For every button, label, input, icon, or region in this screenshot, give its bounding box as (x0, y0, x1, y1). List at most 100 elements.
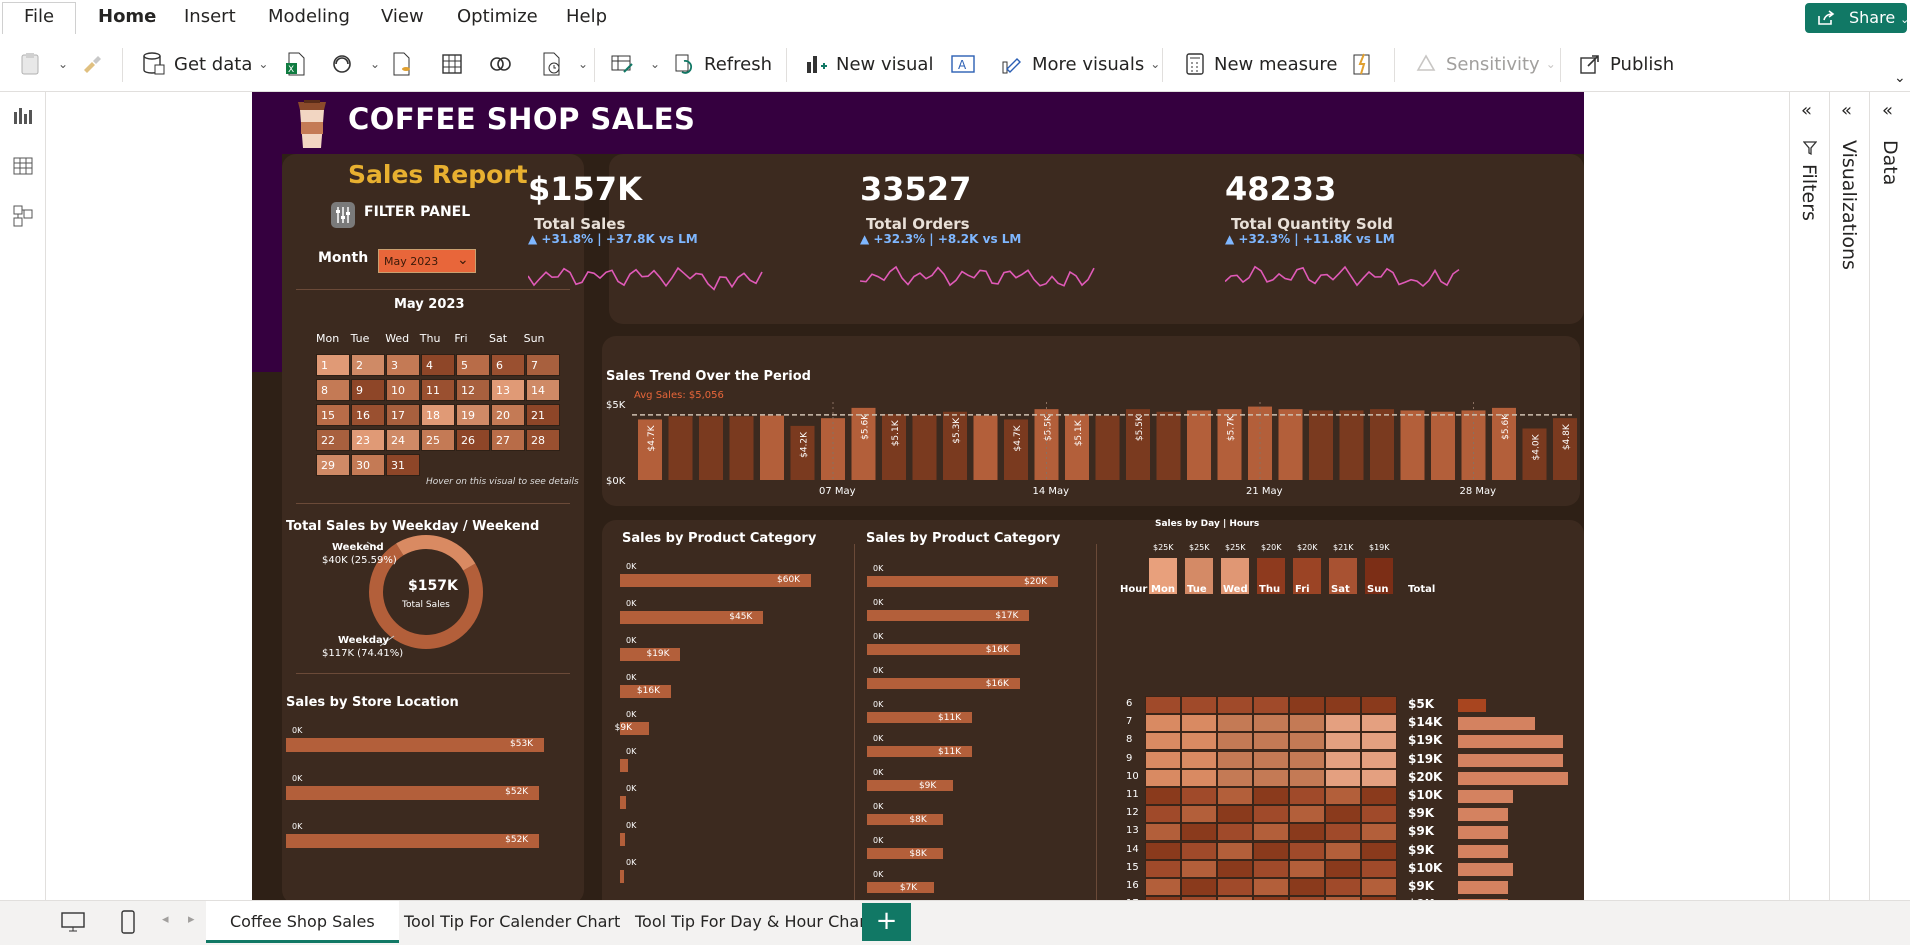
heatmap-cell[interactable] (1361, 732, 1397, 751)
calendar-day[interactable]: 6 (491, 354, 525, 376)
desktop-layout-icon[interactable] (60, 911, 86, 933)
heatmap-cell[interactable] (1181, 787, 1217, 805)
hour-total-bar[interactable] (1458, 862, 1513, 876)
trend-bar[interactable] (729, 416, 754, 480)
heatmap-cell[interactable] (1217, 805, 1253, 824)
hour-total-bar[interactable] (1458, 735, 1563, 749)
heatmap-cell[interactable] (1361, 841, 1397, 860)
bar[interactable] (620, 759, 628, 772)
heatmap-cell[interactable] (1253, 732, 1289, 751)
calendar-day[interactable]: 11 (421, 379, 455, 401)
refresh-button[interactable]: Refresh (672, 48, 772, 80)
heatmap-cell[interactable] (1181, 732, 1217, 751)
bar[interactable] (867, 780, 953, 791)
heatmap-cell[interactable] (1325, 787, 1361, 805)
format-painter-button[interactable] (80, 48, 112, 80)
heatmap-cell[interactable] (1181, 750, 1217, 769)
heatmap-cell[interactable] (1289, 878, 1325, 896)
menu-insert[interactable]: Insert (172, 6, 248, 34)
heatmap-cell[interactable] (1217, 859, 1253, 878)
heatmap-cell[interactable] (1253, 787, 1289, 805)
calendar-day[interactable]: 27 (491, 429, 525, 451)
get-data-button[interactable]: Get data ⌄ (142, 48, 268, 80)
hour-total-bar[interactable] (1458, 753, 1563, 767)
trend-bar[interactable] (668, 416, 693, 480)
trend-bar[interactable] (1370, 409, 1394, 480)
bar[interactable] (286, 834, 540, 848)
menu-modeling[interactable]: Modeling (256, 6, 362, 34)
trend-bar[interactable] (760, 415, 784, 480)
heatmap-cell[interactable] (1145, 823, 1181, 842)
heatmap-cell[interactable] (1325, 823, 1361, 842)
more-visuals-button[interactable]: More visuals ⌄ (1000, 48, 1160, 80)
heatmap-cell[interactable] (1253, 768, 1289, 787)
heatmap-cell[interactable] (1325, 878, 1361, 896)
heatmap-cell[interactable] (1325, 841, 1361, 860)
report-view-icon[interactable] (12, 106, 34, 126)
heatmap-cell[interactable] (1289, 732, 1325, 751)
hour-total-bar[interactable] (1458, 808, 1508, 822)
calendar-day[interactable]: 24 (386, 429, 420, 451)
heatmap-cell[interactable] (1289, 859, 1325, 878)
recent-sources-button[interactable]: ⌄ (540, 48, 588, 80)
heatmap-cell[interactable] (1253, 805, 1289, 824)
heatmap-cell[interactable] (1325, 805, 1361, 824)
calendar-day[interactable]: 16 (351, 404, 385, 426)
trend-bar[interactable] (1309, 410, 1333, 480)
dataflows-button[interactable] (488, 48, 522, 80)
heatmap-cell[interactable] (1253, 696, 1289, 714)
share-button[interactable]: Share ⌄ (1805, 3, 1909, 33)
calendar-day[interactable]: 22 (316, 429, 350, 451)
hour-total-bar[interactable] (1458, 826, 1508, 840)
heatmap-cell[interactable] (1217, 750, 1253, 769)
hour-total-bar[interactable] (1458, 771, 1568, 785)
heatmap-cell[interactable] (1145, 732, 1181, 751)
heatmap-cell[interactable] (1217, 768, 1253, 787)
month-dropdown[interactable]: May 2023 ⌄ (378, 249, 476, 273)
heatmap-cell[interactable] (1217, 841, 1253, 860)
excel-button[interactable]: X (284, 48, 316, 80)
heatmap-cell[interactable] (1361, 878, 1397, 896)
sql-button[interactable] (390, 48, 422, 80)
transform-data-button[interactable]: ⌄ (610, 48, 660, 80)
dataverse-button[interactable]: ⌄ (330, 48, 380, 80)
paste-button[interactable]: ⌄ (18, 48, 68, 80)
heatmap-cell[interactable] (1181, 823, 1217, 842)
heatmap-cell[interactable] (1145, 841, 1181, 860)
trend-bar[interactable] (1461, 410, 1486, 480)
heatmap-cell[interactable] (1217, 732, 1253, 751)
add-page-button[interactable]: + (862, 903, 911, 941)
table-view-icon[interactable] (12, 156, 34, 176)
heatmap-cell[interactable] (1289, 768, 1325, 787)
bar[interactable] (620, 833, 625, 846)
heatmap-cell[interactable] (1253, 714, 1289, 733)
calendar-day[interactable]: 29 (316, 454, 350, 476)
quick-measure-button[interactable] (1350, 48, 1382, 80)
hour-total-bar[interactable] (1458, 881, 1508, 894)
trend-bar[interactable] (1278, 409, 1303, 480)
menu-help[interactable]: Help (554, 6, 619, 34)
calendar-day[interactable]: 5 (456, 354, 490, 376)
heatmap-cell[interactable] (1217, 823, 1253, 842)
calendar-day[interactable]: 3 (386, 354, 420, 376)
heatmap-cell[interactable] (1181, 859, 1217, 878)
sensitivity-button[interactable]: Sensitivity ⌄ (1414, 48, 1556, 80)
tab-tooltip-calendar[interactable]: Tool Tip For Calender Chart (380, 901, 644, 943)
enter-data-button[interactable] (440, 48, 472, 80)
heatmap-cell[interactable] (1253, 878, 1289, 896)
heatmap-cell[interactable] (1217, 696, 1253, 714)
heatmap-cell[interactable] (1145, 805, 1181, 824)
tab-coffee-shop-sales[interactable]: Coffee Shop Sales (206, 901, 399, 943)
heatmap-cell[interactable] (1253, 750, 1289, 769)
heatmap-cell[interactable] (1325, 768, 1361, 787)
filters-pane[interactable]: « Filters (1789, 92, 1829, 900)
calendar-day[interactable]: 20 (491, 404, 525, 426)
next-page-icon[interactable]: ▸ (188, 912, 195, 927)
heatmap-cell[interactable] (1289, 841, 1325, 860)
heatmap-cell[interactable] (1145, 878, 1181, 896)
heatmap-cell[interactable] (1217, 787, 1253, 805)
calendar-day[interactable]: 2 (351, 354, 385, 376)
publish-button[interactable]: Publish (1578, 48, 1674, 80)
heatmap-cell[interactable] (1145, 768, 1181, 787)
calendar-day[interactable]: 23 (351, 429, 385, 451)
